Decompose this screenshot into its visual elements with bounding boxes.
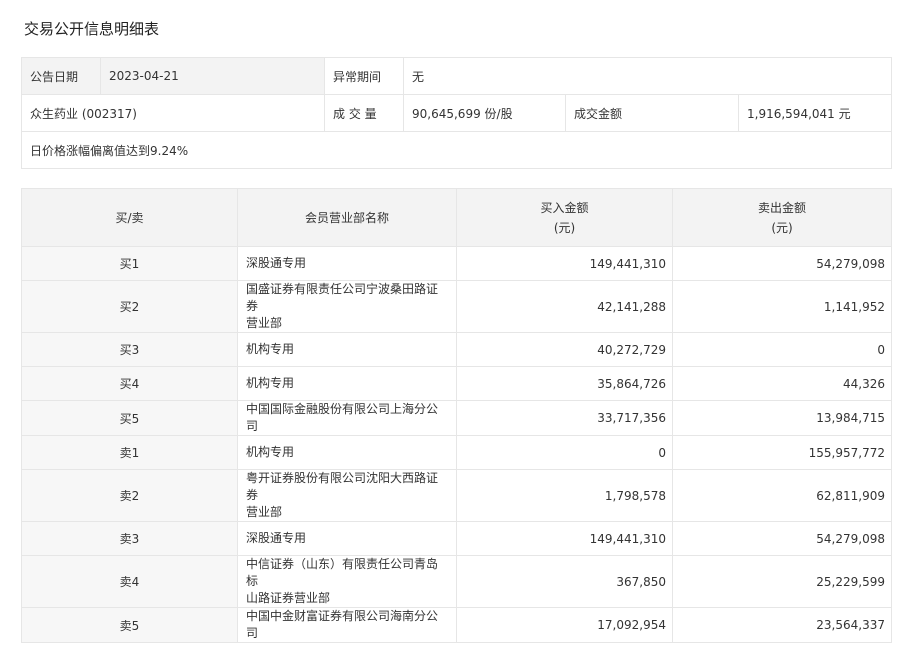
side-cell: 买3: [21, 332, 238, 367]
sell-amount-cell: 54,279,098: [672, 246, 892, 281]
buy-amount-cell: 367,850: [456, 555, 673, 608]
broker-line: 国盛证券有限责任公司宁波桑田路证券: [246, 282, 439, 313]
table-row: 买3 机构专用 40,272,729 0: [21, 332, 892, 367]
side-cell: 卖2: [21, 469, 238, 522]
sell-amount-cell: 62,811,909: [672, 469, 892, 522]
broker-cell: 中信证券（山东）有限责任公司青岛标山路证券营业部: [237, 555, 457, 608]
volume-value: 90,645,699 份/股: [403, 94, 566, 132]
buy-amount-cell: 149,441,310: [456, 521, 673, 556]
sell-amount-cell: 25,229,599: [672, 555, 892, 608]
broker-cell: 中国国际金融股份有限公司上海分公司: [237, 400, 457, 436]
column-header-buy: 买入金额 (元): [456, 188, 673, 247]
broker-cell: 国盛证券有限责任公司宁波桑田路证券营业部: [237, 280, 457, 333]
buy-amount-cell: 17,092,954: [456, 607, 673, 643]
broker-line-2: 营业部: [246, 316, 283, 330]
buy-amount-cell: 42,141,288: [456, 280, 673, 333]
sell-amount-cell: 0: [672, 332, 892, 367]
table-header: 买/卖 会员营业部名称 买入金额 (元) 卖出金额 (元): [21, 188, 892, 247]
broker-line-2: 营业部: [246, 505, 283, 519]
broker-cell: 中国中金财富证券有限公司海南分公司: [237, 607, 457, 643]
side-cell: 卖1: [21, 435, 238, 470]
column-header-broker: 会员营业部名称: [237, 188, 457, 247]
sell-amount-label: 卖出金额: [757, 200, 806, 215]
broker-line-2: 山路证券营业部: [246, 591, 331, 605]
side-cell: 买2: [21, 280, 238, 333]
sell-amount-cell: 54,279,098: [672, 521, 892, 556]
side-cell: 卖4: [21, 555, 238, 608]
broker-line: 中国中金财富证券有限公司海南分公司: [246, 609, 439, 640]
reason-text: 日价格涨幅偏离值达到9.24%: [21, 131, 892, 169]
broker-cell: 深股通专用: [237, 521, 457, 556]
broker-cell: 深股通专用: [237, 246, 457, 281]
table-row: 卖3 深股通专用 149,441,310 54,279,098: [21, 521, 892, 556]
buy-unit-label: (元): [553, 220, 576, 235]
summary-row-volume: 众生药业 (002317) 成 交 量 90,645,699 份/股 成交金额 …: [21, 94, 892, 132]
broker-cell: 粤开证券股份有限公司沈阳大西路证券营业部: [237, 469, 457, 522]
table-row: 卖2 粤开证券股份有限公司沈阳大西路证券营业部 1,798,578 62,811…: [21, 469, 892, 522]
sell-amount-cell: 155,957,772: [672, 435, 892, 470]
table-row: 买1 深股通专用 149,441,310 54,279,098: [21, 246, 892, 281]
turnover-label: 成交金额: [565, 94, 739, 132]
page-title: 交易公开信息明细表: [24, 20, 160, 38]
table-row: 卖4 中信证券（山东）有限责任公司青岛标山路证券营业部 367,850 25,2…: [21, 555, 892, 608]
buy-amount-cell: 0: [456, 435, 673, 470]
side-cell: 买1: [21, 246, 238, 281]
sell-amount-cell: 23,564,337: [672, 607, 892, 643]
summary-table: 公告日期 2023-04-21 异常期间 无 众生药业 (002317) 成 交…: [21, 57, 892, 169]
table-row: 卖1 机构专用 0 155,957,772: [21, 435, 892, 470]
buy-amount-cell: 35,864,726: [456, 366, 673, 401]
side-cell: 卖3: [21, 521, 238, 556]
side-cell: 买5: [21, 400, 238, 436]
sell-amount-cell: 1,141,952: [672, 280, 892, 333]
sell-amount-cell: 13,984,715: [672, 400, 892, 436]
abnormal-period-value: 无: [403, 57, 892, 95]
column-header-sell: 卖出金额 (元): [672, 188, 892, 247]
buy-amount-cell: 33,717,356: [456, 400, 673, 436]
column-header-side: 买/卖: [21, 188, 238, 247]
buy-amount-cell: 1,798,578: [456, 469, 673, 522]
abnormal-period-label: 异常期间: [324, 57, 404, 95]
announce-date-label: 公告日期: [21, 57, 101, 95]
broker-cell: 机构专用: [237, 332, 457, 367]
broker-line: 机构专用: [246, 376, 295, 390]
broker-cell: 机构专用: [237, 435, 457, 470]
sell-unit-label: (元): [771, 220, 793, 235]
buy-amount-label: 买入金额: [540, 200, 589, 215]
buy-amount-cell: 149,441,310: [456, 246, 673, 281]
broker-line: 粤开证券股份有限公司沈阳大西路证券: [246, 471, 439, 502]
broker-cell: 机构专用: [237, 366, 457, 401]
announce-date-value: 2023-04-21: [100, 57, 325, 95]
side-cell: 卖5: [21, 607, 238, 643]
broker-line: 深股通专用: [246, 531, 307, 545]
table-row: 买4 机构专用 35,864,726 44,326: [21, 366, 892, 401]
stock-name: 众生药业 (002317): [21, 94, 325, 132]
table-row: 买5 中国国际金融股份有限公司上海分公司 33,717,356 13,984,7…: [21, 400, 892, 436]
side-cell: 买4: [21, 366, 238, 401]
broker-line: 中信证券（山东）有限责任公司青岛标: [246, 557, 439, 588]
buy-amount-cell: 40,272,729: [456, 332, 673, 367]
broker-line: 中国国际金融股份有限公司上海分公司: [246, 402, 439, 433]
table-row: 买2 国盛证券有限责任公司宁波桑田路证券营业部 42,141,288 1,141…: [21, 280, 892, 333]
sell-amount-cell: 44,326: [672, 366, 892, 401]
broker-line: 机构专用: [246, 445, 295, 459]
summary-row-date: 公告日期 2023-04-21 异常期间 无: [21, 57, 892, 95]
broker-line: 机构专用: [246, 342, 295, 356]
volume-label: 成 交 量: [324, 94, 404, 132]
broker-line: 深股通专用: [246, 256, 307, 270]
trade-detail-table: 买/卖 会员营业部名称 买入金额 (元) 卖出金额 (元) 买1 深股通专用 1…: [21, 188, 892, 643]
summary-row-reason: 日价格涨幅偏离值达到9.24%: [21, 131, 892, 169]
turnover-value: 1,916,594,041 元: [738, 94, 892, 132]
table-row: 卖5 中国中金财富证券有限公司海南分公司 17,092,954 23,564,3…: [21, 607, 892, 643]
